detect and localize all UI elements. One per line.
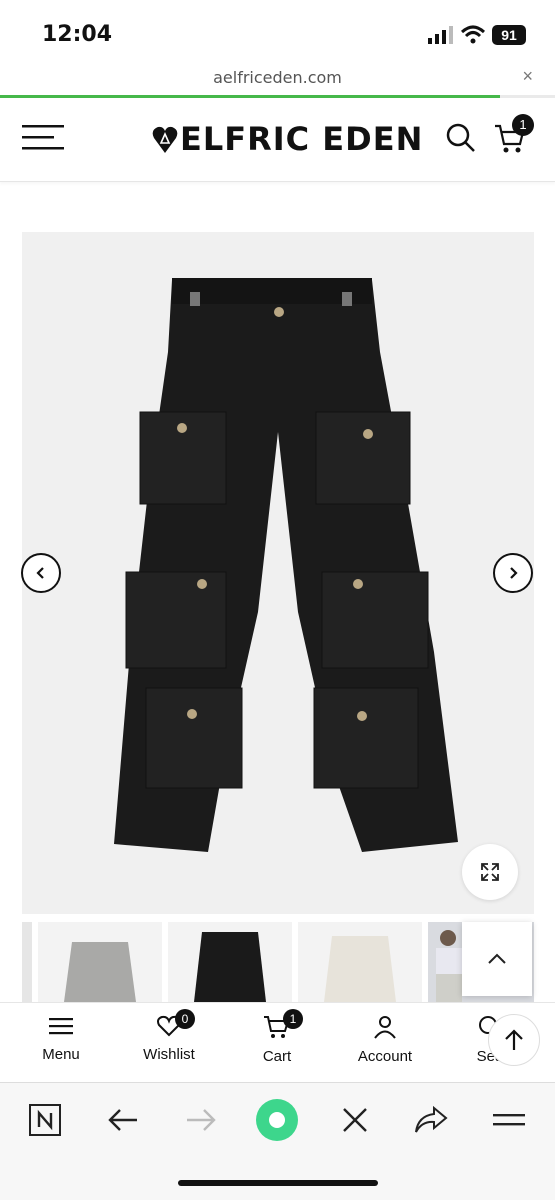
thumbnail-partial[interactable] (22, 922, 32, 1002)
thumbnail-grey[interactable] (38, 922, 162, 1002)
nav-wishlist-label: Wishlist (143, 1046, 195, 1063)
naver-n-icon (29, 1104, 61, 1136)
nav-cart[interactable]: 1 Cart (223, 1009, 331, 1065)
white-pants-thumb (324, 936, 396, 1002)
bottom-navigation: Menu 0 Wishlist 1 Cart Account Sea (0, 1002, 555, 1080)
menu-icon (493, 1114, 525, 1126)
forward-button[interactable] (178, 1097, 224, 1143)
share-icon (415, 1106, 448, 1133)
home-indicator[interactable] (178, 1180, 378, 1186)
nav-menu[interactable]: Menu (7, 1015, 115, 1063)
heart-logo-icon (152, 126, 178, 153)
green-circle-icon (256, 1099, 298, 1141)
brand-name: ELFRIC EDEN (180, 120, 424, 158)
chevron-up-icon (488, 953, 506, 964)
grey-pants-thumb (64, 942, 136, 1002)
chevron-left-icon (36, 567, 44, 579)
back-button[interactable] (100, 1097, 146, 1143)
brand-logo[interactable]: ELFRIC EDEN (152, 120, 423, 158)
share-button[interactable] (408, 1097, 454, 1143)
gallery-prev-button[interactable] (21, 553, 61, 593)
black-pants-thumb (194, 932, 266, 1002)
arrow-up-icon (505, 1029, 523, 1050)
arrow-left-icon (108, 1109, 137, 1131)
cart-count-badge: 1 (512, 114, 534, 136)
wifi-icon (460, 25, 486, 44)
arrow-right-icon (187, 1109, 216, 1131)
naver-button[interactable] (22, 1097, 68, 1143)
nav-account-label: Account (357, 1048, 413, 1065)
chevron-right-icon (510, 567, 518, 579)
scan-button[interactable] (254, 1097, 300, 1143)
thumbnail-black[interactable] (168, 922, 292, 1002)
close-icon[interactable]: × (522, 66, 533, 87)
hamburger-menu-icon[interactable] (22, 124, 64, 150)
status-time: 12:04 (42, 22, 113, 47)
wishlist-badge: 0 (175, 1009, 195, 1029)
scroll-top-button[interactable] (462, 922, 532, 996)
url-bar[interactable]: aelfriceden.com × (0, 64, 555, 98)
expand-icon (481, 863, 499, 881)
browser-menu-button[interactable] (486, 1097, 532, 1143)
signal-icon (428, 26, 453, 44)
status-bar: 12:04 91 (0, 0, 555, 64)
scroll-up-button[interactable] (488, 1014, 540, 1066)
thumbnail-white[interactable] (298, 922, 422, 1002)
close-tab-button[interactable] (332, 1097, 378, 1143)
gallery-next-button[interactable] (493, 553, 533, 593)
close-icon (343, 1108, 367, 1132)
nav-menu-label: Menu (42, 1046, 80, 1063)
zoom-button[interactable] (462, 844, 518, 900)
user-icon (374, 1016, 396, 1039)
site-header: ELFRIC EDEN 1 (0, 98, 555, 182)
nav-wishlist[interactable]: 0 Wishlist (115, 1009, 223, 1063)
product-main-image[interactable] (22, 232, 534, 914)
nav-account[interactable]: Account (331, 1015, 439, 1065)
cart-nav-badge: 1 (283, 1009, 303, 1029)
cargo-pants-image (114, 278, 458, 852)
nav-cart-label: Cart (262, 1048, 292, 1065)
menu-icon (49, 1018, 73, 1035)
battery-icon: 91 (492, 25, 526, 45)
url-text[interactable]: aelfriceden.com (0, 68, 555, 87)
search-icon[interactable] (446, 123, 476, 153)
